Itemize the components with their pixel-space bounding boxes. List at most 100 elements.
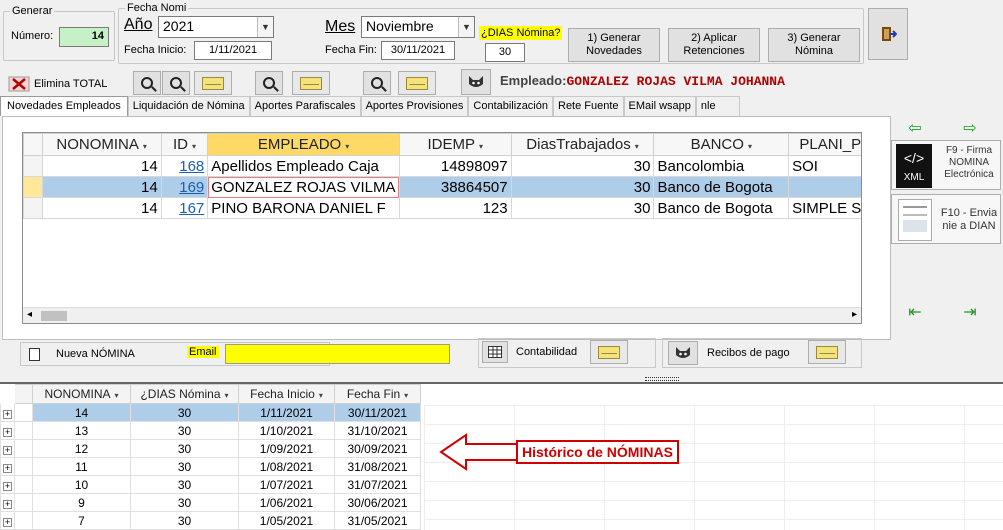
table-cell[interactable]: Banco de Bogota [653, 176, 790, 198]
fecha-fin-field[interactable]: 30/11/2021 [381, 41, 455, 60]
table-cell[interactable]: 10 [32, 475, 131, 494]
column-header[interactable]: Fecha Inicio ▾ [238, 384, 335, 404]
table-row[interactable]: +12 30 1/09/2021 30/09/2021 [0, 439, 421, 458]
tab-aportes-parafiscales[interactable]: Aportes Parafiscales [249, 96, 361, 116]
exit-button[interactable] [868, 8, 908, 60]
mes-select[interactable]: Noviembre ▼ [361, 16, 475, 38]
table-cell[interactable]: 1/08/2021 [238, 457, 335, 476]
table-cell[interactable]: 30/11/2021 [334, 403, 421, 422]
chevron-down-icon[interactable]: ▼ [257, 17, 273, 37]
splitter-grip[interactable] [645, 377, 679, 381]
horizontal-scrollbar[interactable]: ◂ ▸ [23, 307, 861, 323]
table-cell[interactable]: 30 [130, 475, 239, 494]
column-header[interactable]: IDEMP ▾ [398, 133, 512, 156]
arrow-right-button[interactable]: ⇨ [960, 120, 980, 137]
table-cell[interactable]: 14 [41, 176, 162, 198]
first-record-button[interactable]: ⇤ [905, 304, 925, 321]
plus-icon[interactable]: + [3, 409, 12, 419]
aplicar-retenciones-button[interactable]: 2) Aplicar Retenciones [668, 28, 760, 62]
column-header[interactable]: BANCO ▾ [653, 133, 790, 156]
table-row[interactable]: +14 30 1/11/2021 30/11/2021 [0, 403, 421, 422]
scroll-left-icon[interactable]: ◂ [27, 309, 32, 320]
table-cell[interactable]: 30 [130, 439, 239, 458]
table-cell[interactable]: 1/06/2021 [238, 493, 335, 512]
column-header[interactable]: DiasTrabajados ▾ [510, 133, 655, 156]
expand-cell[interactable]: + [0, 403, 15, 422]
column-header[interactable]: NONOMINA ▾ [32, 384, 131, 404]
table-cell[interactable]: 123 [398, 197, 512, 219]
table-cell[interactable]: SOI [788, 155, 861, 177]
table-cell[interactable]: 30 [510, 197, 655, 219]
dropdown-icon[interactable]: ▾ [479, 142, 483, 151]
tab-nle[interactable]: nle [695, 96, 740, 116]
table-cell[interactable]: 30 [130, 403, 239, 422]
table-cell[interactable]: 31/07/2021 [334, 475, 421, 494]
envia-dian-button[interactable]: F10 - Envia nie a DIAN [891, 194, 1001, 244]
row-selector[interactable] [14, 457, 33, 476]
recibos-email-button[interactable] [808, 340, 846, 364]
table-cell[interactable]: 30 [130, 511, 239, 530]
column-header[interactable]: PLANI_PILA▾ [788, 133, 861, 156]
last-record-button[interactable]: ⇥ [960, 304, 980, 321]
table-cell[interactable]: 168 [160, 155, 209, 177]
column-header[interactable]: ¿DIAS Nómina ▾ [130, 384, 239, 404]
table-cell[interactable]: 30 [130, 421, 239, 440]
row-selector[interactable] [23, 176, 43, 198]
tab-email-wsapp[interactable]: EMail wsapp [623, 96, 696, 116]
table-cell[interactable]: 30 [130, 493, 239, 512]
table-cell[interactable]: GONZALEZ ROJAS VILMA [207, 176, 400, 198]
chevron-down-icon[interactable]: ▼ [458, 17, 474, 37]
employee-button[interactable] [461, 69, 491, 95]
table-cell[interactable]: PINO BARONA DANIEL F [207, 197, 400, 219]
table-cell[interactable]: Bancolombia [653, 155, 790, 177]
id-link[interactable]: 167 [179, 200, 204, 217]
dropdown-icon[interactable]: ▾ [192, 142, 196, 151]
search-button-2[interactable] [162, 71, 190, 95]
row-selector[interactable] [14, 421, 33, 440]
table-cell[interactable]: 31/10/2021 [334, 421, 421, 440]
contabilidad-button[interactable] [482, 341, 508, 363]
table-cell[interactable]: 7 [32, 511, 131, 530]
table-cell[interactable]: 31/08/2021 [334, 457, 421, 476]
table-row[interactable]: 14 167 PINO BARONA DANIEL F 123 30 Banco… [23, 197, 861, 219]
numero-field[interactable]: 14 [59, 27, 109, 47]
table-cell[interactable]: 14 [41, 155, 162, 177]
table-cell[interactable]: 169 [160, 176, 209, 198]
row-selector[interactable] [14, 475, 33, 494]
expand-cell[interactable]: + [0, 511, 15, 530]
email-button-1[interactable] [194, 71, 232, 95]
dropdown-icon[interactable]: ▾ [635, 142, 639, 151]
table-cell[interactable]: 14 [41, 197, 162, 219]
plus-icon[interactable]: + [3, 499, 12, 509]
row-selector[interactable] [14, 493, 33, 512]
arrow-left-button[interactable]: ⇦ [905, 120, 925, 137]
scroll-right-icon[interactable]: ▸ [852, 309, 857, 320]
row-selector[interactable] [23, 155, 43, 177]
table-row[interactable]: +10 30 1/07/2021 31/07/2021 [0, 475, 421, 494]
plus-icon[interactable]: + [3, 445, 12, 455]
table-cell[interactable]: 30 [510, 176, 655, 198]
table-cell[interactable]: 12 [32, 439, 131, 458]
expand-cell[interactable]: + [0, 475, 15, 494]
expand-cell[interactable]: + [0, 493, 15, 512]
table-cell[interactable]: Apellidos Empleado Caja [207, 155, 400, 177]
email-button-3[interactable] [398, 71, 436, 95]
row-selector[interactable] [23, 197, 43, 219]
expand-cell[interactable]: + [0, 421, 15, 440]
column-header[interactable]: ID ▾ [160, 133, 209, 156]
row-selector[interactable] [14, 439, 33, 458]
search-button-4[interactable] [363, 71, 391, 95]
table-cell[interactable]: 38864507 [398, 176, 512, 198]
plus-icon[interactable]: + [3, 463, 12, 473]
scroll-thumb[interactable] [41, 311, 67, 321]
contabilidad-email-button[interactable] [590, 340, 628, 364]
table-cell[interactable]: 1/10/2021 [238, 421, 335, 440]
dropdown-icon[interactable]: ▾ [143, 142, 147, 151]
dropdown-icon[interactable]: ▾ [404, 391, 408, 400]
plus-icon[interactable]: + [3, 481, 12, 491]
dropdown-icon[interactable]: ▾ [748, 142, 752, 151]
generar-novedades-button[interactable]: 1) Generar Novedades [568, 28, 660, 62]
table-row[interactable]: 14 168 Apellidos Empleado Caja 14898097 … [23, 155, 861, 177]
table-cell[interactable]: Banco de Bogota [653, 197, 790, 219]
table-row[interactable]: +7 30 1/05/2021 31/05/2021 [0, 511, 421, 530]
